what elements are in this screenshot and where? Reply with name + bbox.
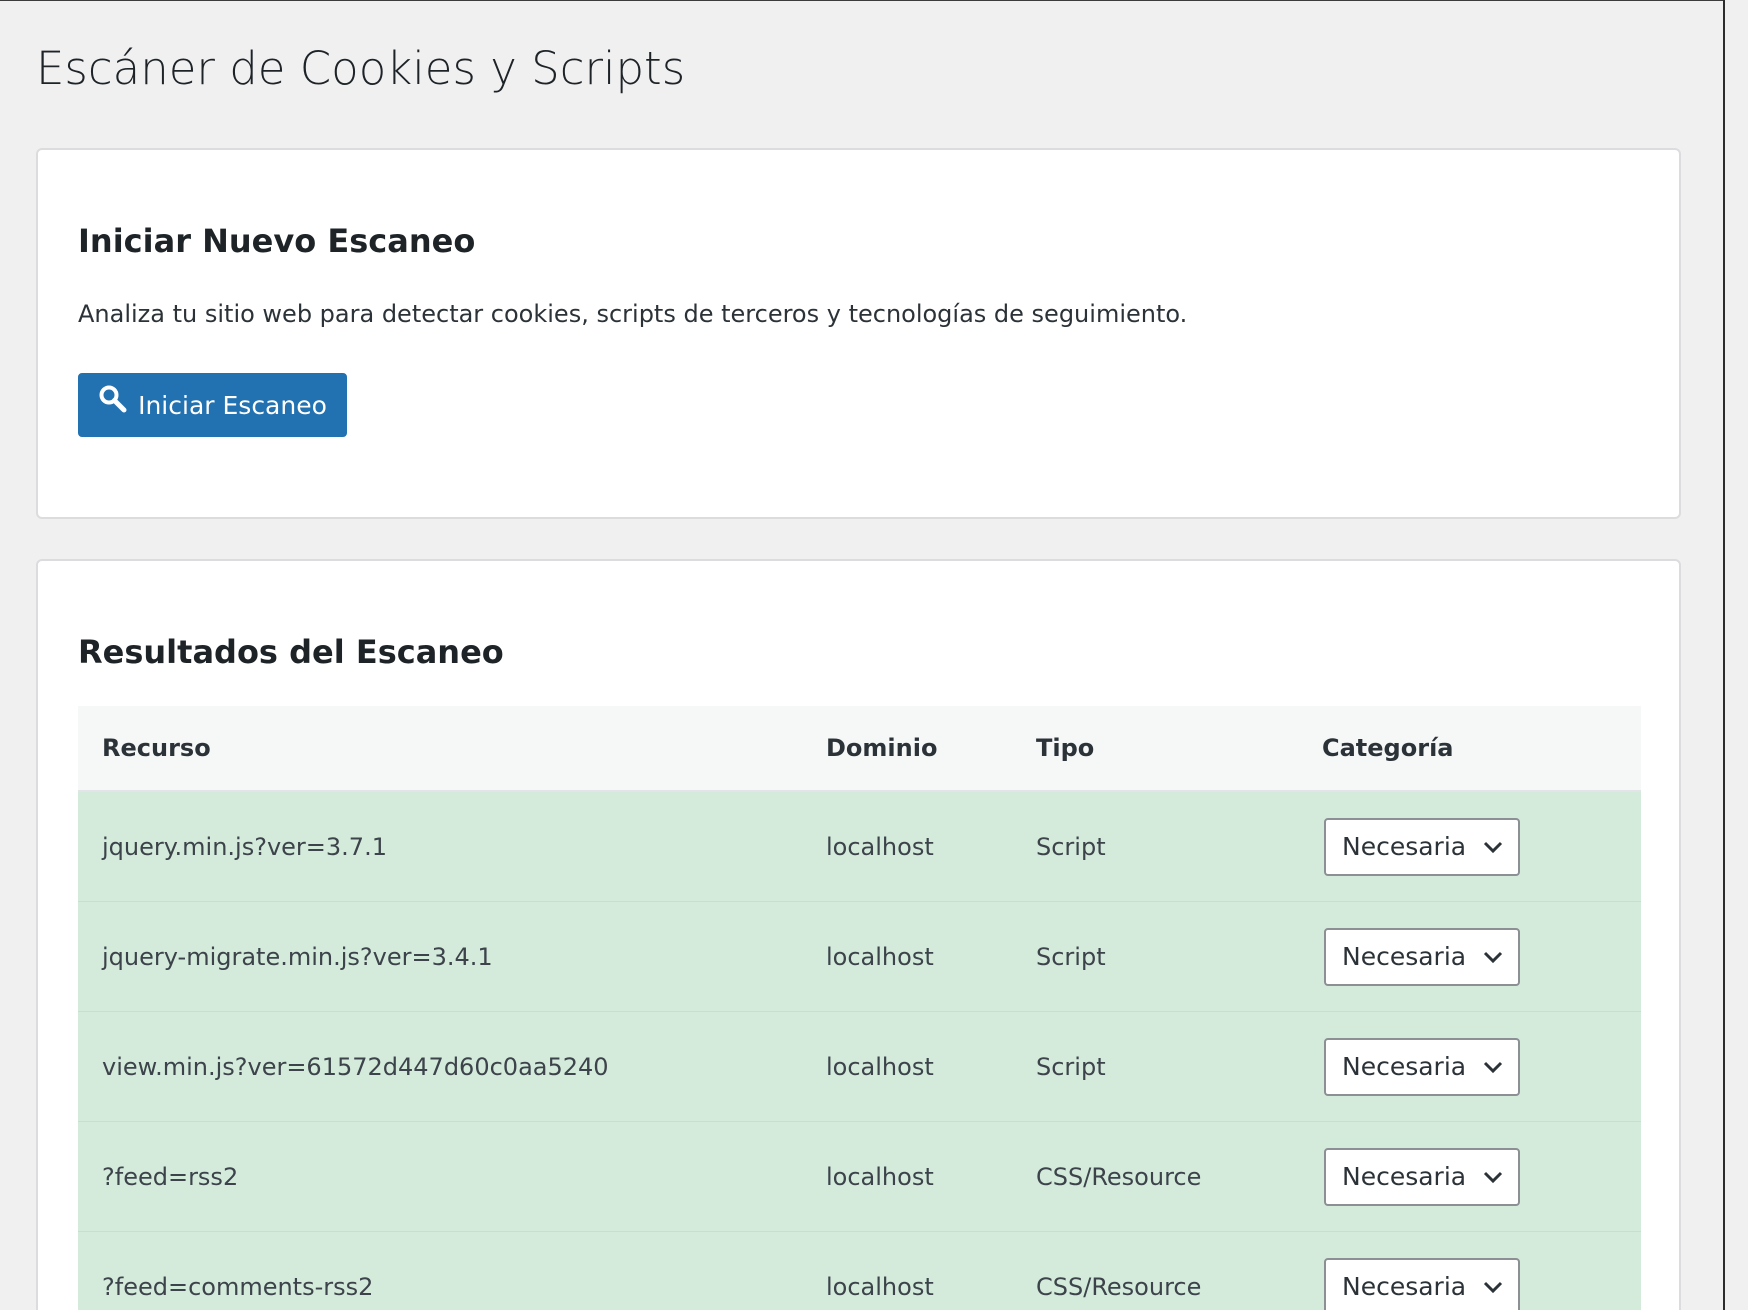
category-select[interactable]: Necesaria [1324, 1037, 1520, 1096]
category-select-value: Necesaria [1342, 832, 1467, 861]
domain-cell: localhost [802, 901, 1012, 1012]
domain-cell: localhost [802, 791, 1012, 902]
search-icon [98, 384, 128, 414]
category-cell: Necesaria [1298, 1011, 1641, 1122]
type-cell: Script [1012, 791, 1298, 902]
chevron-down-icon [1482, 1280, 1504, 1294]
table-row: ?feed=comments-rss2 localhost CSS/Resour… [78, 1231, 1641, 1310]
resource-cell: view.min.js?ver=61572d447d60c0aa5240 [78, 1011, 802, 1122]
category-select[interactable]: Necesaria [1324, 1147, 1520, 1206]
column-header-domain: Dominio [802, 706, 1012, 792]
resource-cell: ?feed=comments-rss2 [78, 1231, 802, 1310]
category-select[interactable]: Necesaria [1324, 927, 1520, 986]
chevron-down-icon [1482, 950, 1504, 964]
category-cell: Necesaria [1298, 901, 1641, 1012]
domain-cell: localhost [802, 1011, 1012, 1122]
column-header-type: Tipo [1012, 706, 1298, 792]
type-cell: CSS/Resource [1012, 1231, 1298, 1310]
admin-page: Escáner de Cookies y Scripts Iniciar Nue… [0, 0, 1723, 1310]
page-title: Escáner de Cookies y Scripts [36, 42, 686, 95]
domain-cell: localhost [802, 1231, 1012, 1310]
resource-cell: jquery-migrate.min.js?ver=3.4.1 [78, 901, 802, 1012]
resource-cell: ?feed=rss2 [78, 1121, 802, 1232]
chevron-down-icon [1482, 840, 1504, 854]
new-scan-description: Analiza tu sitio web para detectar cooki… [78, 300, 1188, 328]
start-scan-label: Iniciar Escaneo [138, 390, 327, 420]
table-header-row: Recurso Dominio Tipo Categoría [78, 706, 1641, 792]
new-scan-heading: Iniciar Nuevo Escaneo [78, 222, 476, 260]
new-scan-card: Iniciar Nuevo Escaneo Analiza tu sitio w… [36, 148, 1681, 519]
category-cell: Necesaria [1298, 1121, 1641, 1232]
column-header-resource: Recurso [78, 706, 802, 792]
category-cell: Necesaria [1298, 791, 1641, 902]
category-select[interactable]: Necesaria [1324, 817, 1520, 876]
table-row: jquery.min.js?ver=3.7.1 localhost Script… [78, 791, 1641, 902]
category-select[interactable]: Necesaria [1324, 1257, 1520, 1310]
category-cell: Necesaria [1298, 1231, 1641, 1310]
type-cell: Script [1012, 901, 1298, 1012]
table-row: jquery-migrate.min.js?ver=3.4.1 localhos… [78, 901, 1641, 1012]
results-table: Recurso Dominio Tipo Categoría jquery.mi… [78, 706, 1641, 1310]
resource-cell: jquery.min.js?ver=3.7.1 [78, 791, 802, 902]
table-row: view.min.js?ver=61572d447d60c0aa5240 loc… [78, 1011, 1641, 1122]
chevron-down-icon [1482, 1060, 1504, 1074]
scan-results-card: Resultados del Escaneo Recurso Dominio T… [36, 559, 1681, 1310]
column-header-category: Categoría [1298, 706, 1641, 792]
type-cell: CSS/Resource [1012, 1121, 1298, 1232]
start-scan-button[interactable]: Iniciar Escaneo [78, 373, 347, 437]
chevron-down-icon [1482, 1170, 1504, 1184]
category-select-value: Necesaria [1342, 942, 1467, 971]
type-cell: Script [1012, 1011, 1298, 1122]
table-row: ?feed=rss2 localhost CSS/Resource Necesa… [78, 1121, 1641, 1232]
category-select-value: Necesaria [1342, 1052, 1467, 1081]
category-select-value: Necesaria [1342, 1272, 1467, 1301]
scrollbar[interactable] [1723, 0, 1748, 1310]
scan-results-heading: Resultados del Escaneo [78, 633, 504, 671]
domain-cell: localhost [802, 1121, 1012, 1232]
category-select-value: Necesaria [1342, 1162, 1467, 1191]
